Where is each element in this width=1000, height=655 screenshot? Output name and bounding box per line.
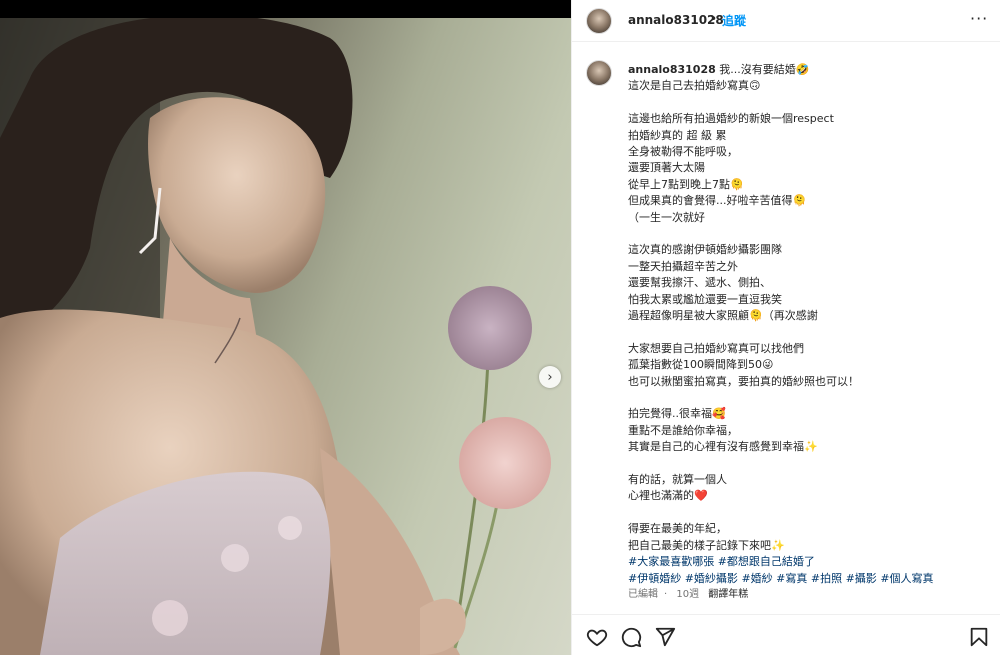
caption-line: 從早上7點到晚上7點🫠 <box>628 177 988 193</box>
caption-line-text: 但成果真的會覺得...好啦辛苦值得🫠 <box>628 194 807 208</box>
action-bar <box>572 614 1000 655</box>
caption-line-text: 從早上7點到晚上7點🫠 <box>628 177 744 191</box>
hashtag-link[interactable]: #婚紗攝影 <box>685 572 738 585</box>
hashtag-link[interactable]: #大家最喜歡哪張 <box>628 555 714 568</box>
caption-line <box>628 390 988 406</box>
caption-line-text: 拍完覺得..很幸福🥰 <box>628 407 726 421</box>
caption-line: 這次是自己去拍婚紗寫真🙃 <box>628 78 988 94</box>
heart-icon[interactable] <box>586 626 608 648</box>
hashtag-link[interactable]: #婚紗 <box>741 572 772 585</box>
caption-area: annalo831028 我...沒有要結婚🤣 這次是自己去拍婚紗寫真🙃 這邊也給所… <box>572 52 1000 612</box>
more-horizontal-icon[interactable]: ··· <box>970 9 988 28</box>
caption-line: 過程超像明星被大家照顧🫠（再次感謝 <box>628 308 988 324</box>
caption-line-text: 過程超像明星被大家照顧🫠（再次感謝 <box>628 309 818 323</box>
caption-line <box>628 95 988 111</box>
caption-line-text: 大家想要自己拍婚紗寫真可以找他們 <box>628 341 804 355</box>
caption-line: 也可以揪閨蜜拍寫真，要拍真的婚紗照也可以！ <box>628 374 988 390</box>
hashtag-link[interactable]: #拍照 <box>811 572 842 585</box>
hashtag-line: #大家最喜歡哪張 #都想跟自己結婚了 <box>628 554 988 570</box>
caption-line: 大家想要自己拍婚紗寫真可以找他們 <box>628 341 988 357</box>
caption-line: 這次真的感謝伊頓婚紗攝影團隊 <box>628 242 988 258</box>
post-header: annalo831028 • 追蹤 ··· <box>572 0 1000 42</box>
caption-line: 還要幫我擦汗、遞水、側拍、 <box>628 275 988 291</box>
caption-line <box>628 456 988 472</box>
caption-line <box>628 226 988 242</box>
hashtag-link[interactable]: #攝影 <box>846 572 877 585</box>
caption-meta: 已編輯 · 10週 翻譯年糕 <box>628 585 754 600</box>
caption-line-text: 孤葉指數從100瞬間降到50😜 <box>628 358 774 372</box>
caption-username[interactable]: annalo831028 <box>628 63 716 76</box>
caption-line-text: 把自己最美的樣子記錄下來吧✨ <box>628 538 785 552</box>
separator-dot: • <box>710 12 718 26</box>
caption-line-text: 我...沒有要結婚🤣 <box>719 63 810 76</box>
bookmark-icon[interactable] <box>968 626 990 648</box>
caption-line: 重點不是誰給你幸福， <box>628 423 988 439</box>
caption-line: 一整天拍攝超辛苦之外 <box>628 259 988 275</box>
caption-line: 孤葉指數從100瞬間降到50😜 <box>628 357 988 373</box>
caption-line: 全身被勒得不能呼吸， <box>628 144 988 160</box>
caption-line: 這邊也給所有拍過婚紗的新娘一個respect <box>628 111 988 127</box>
caption-line: 還要頂著大太陽 <box>628 160 988 176</box>
caption-text: annalo831028 我...沒有要結婚🤣 這次是自己去拍婚紗寫真🙃 這邊也給所… <box>628 62 988 587</box>
caption-line: 怕我太累或尷尬還要一直逗我笑 <box>628 292 988 308</box>
meta-separator: · <box>664 589 668 600</box>
photo-illustration <box>0 18 551 655</box>
translate-link[interactable]: 翻譯年糕 <box>708 589 748 600</box>
caption-line: annalo831028 我...沒有要結婚🤣 <box>628 62 988 78</box>
caption-avatar[interactable] <box>586 60 612 86</box>
caption-line <box>628 324 988 340</box>
caption-line-text: （一生一次就好 <box>628 210 705 224</box>
caption-line: 其實是自己的心裡有沒有感覺到幸福✨ <box>628 439 988 455</box>
caption-line-text: 怕我太累或尷尬還要一直逗我笑 <box>628 292 782 306</box>
caption-line-text: 重點不是誰給你幸福， <box>628 423 738 437</box>
caption-line-text: 心裡也滿滿的❤️ <box>628 489 708 503</box>
hashtag-link[interactable]: #伊頓婚紗 <box>628 572 681 585</box>
caption-line-text: 其實是自己的心裡有沒有感覺到幸福✨ <box>628 440 818 454</box>
share-icon[interactable] <box>654 626 676 648</box>
hashtag-link[interactable]: #個人寫真 <box>880 572 933 585</box>
caption-line: 但成果真的會覺得...好啦辛苦值得🫠 <box>628 193 988 209</box>
caption-line-text: 一整天拍攝超辛苦之外 <box>628 259 738 273</box>
hashtag-link[interactable]: #寫真 <box>776 572 807 585</box>
caption-line: 心裡也滿滿的❤️ <box>628 488 988 504</box>
caption-line-text: 得要在最美的年紀， <box>628 522 727 536</box>
caption-line: （一生一次就好 <box>628 210 988 226</box>
post-photo[interactable]: › <box>0 18 571 655</box>
caption-line-text: 拍婚紗真的 超 級 累 <box>628 128 727 142</box>
caption-line-text: 全身被勒得不能呼吸， <box>628 145 738 159</box>
follow-button[interactable]: 追蹤 <box>722 12 746 29</box>
caption-line: 得要在最美的年紀， <box>628 521 988 537</box>
post-side-panel: annalo831028 • 追蹤 ··· annalo831028 我...沒… <box>571 0 1000 655</box>
caption-line: 把自己最美的樣子記錄下來吧✨ <box>628 538 988 554</box>
caption-line-text: 有的話，就算一個人 <box>628 473 727 487</box>
caption-line-text: 還要幫我擦汗、遞水、側拍、 <box>628 276 771 290</box>
caption-line-text: 這次真的感謝伊頓婚紗攝影團隊 <box>628 243 782 257</box>
hashtag-link[interactable]: #都想跟自己結婚了 <box>718 555 815 568</box>
caption-line: 拍婚紗真的 超 級 累 <box>628 128 988 144</box>
chevron-right-icon: › <box>547 369 553 385</box>
caption-line: 有的話，就算一個人 <box>628 472 988 488</box>
caption-line-text: 這次是自己去拍婚紗寫真🙃 <box>628 79 761 93</box>
caption-line <box>628 505 988 521</box>
avatar[interactable] <box>586 8 612 34</box>
caption-line: 拍完覺得..很幸福🥰 <box>628 406 988 422</box>
caption-line-text: 這邊也給所有拍過婚紗的新娘一個respect <box>628 112 834 126</box>
edited-label: 已編輯 <box>628 589 658 600</box>
caption-line-text: 還要頂著大太陽 <box>628 161 705 175</box>
time-ago[interactable]: 10週 <box>676 589 699 600</box>
carousel-next-button[interactable]: › <box>539 366 561 388</box>
comment-icon[interactable] <box>620 626 642 648</box>
caption-line-text: 也可以揪閨蜜拍寫真，要拍真的婚紗照也可以！ <box>628 374 859 388</box>
